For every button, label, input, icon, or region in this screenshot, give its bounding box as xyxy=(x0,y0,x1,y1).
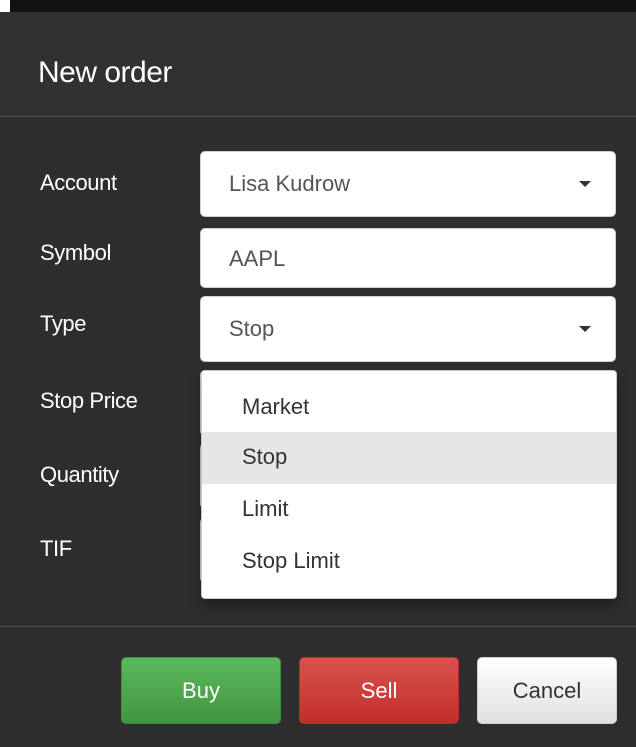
type-dropdown-menu: Market Stop Limit Stop Limit xyxy=(201,370,617,599)
account-select-value: Lisa Kudrow xyxy=(229,171,351,196)
option-label: Limit xyxy=(242,496,289,521)
quantity-label: Quantity xyxy=(40,462,119,487)
dropdown-option-stop[interactable]: Stop xyxy=(202,432,616,484)
sell-button[interactable]: Sell xyxy=(299,657,459,724)
option-label: Stop Limit xyxy=(242,548,340,573)
account-select[interactable]: Lisa Kudrow xyxy=(200,151,616,217)
window-top-bar xyxy=(10,0,636,12)
symbol-input-value: AAPL xyxy=(229,246,286,271)
buy-button[interactable]: Buy xyxy=(121,657,281,724)
cancel-button[interactable]: Cancel xyxy=(477,657,617,724)
option-label: Market xyxy=(242,394,310,419)
dialog-header: New order xyxy=(0,12,636,117)
type-label: Type xyxy=(40,311,87,336)
type-select-value: Stop xyxy=(229,316,275,341)
new-order-dialog: New order Account Lisa Kudrow Symbol AAP… xyxy=(0,0,636,747)
chevron-down-icon xyxy=(579,181,591,187)
dropdown-option-market[interactable]: Market xyxy=(202,382,616,434)
symbol-input[interactable]: AAPL xyxy=(200,228,616,288)
type-select[interactable]: Stop xyxy=(200,296,616,362)
account-label: Account xyxy=(40,170,117,195)
option-label: Stop xyxy=(242,444,288,469)
dropdown-option-stop-limit[interactable]: Stop Limit xyxy=(202,536,616,588)
dropdown-option-limit[interactable]: Limit xyxy=(202,484,616,536)
dialog-title: New order xyxy=(38,56,172,89)
tif-label: TIF xyxy=(40,536,72,561)
symbol-label: Symbol xyxy=(40,240,111,265)
stop-price-label: Stop Price xyxy=(40,388,138,413)
chevron-down-icon xyxy=(579,326,591,332)
